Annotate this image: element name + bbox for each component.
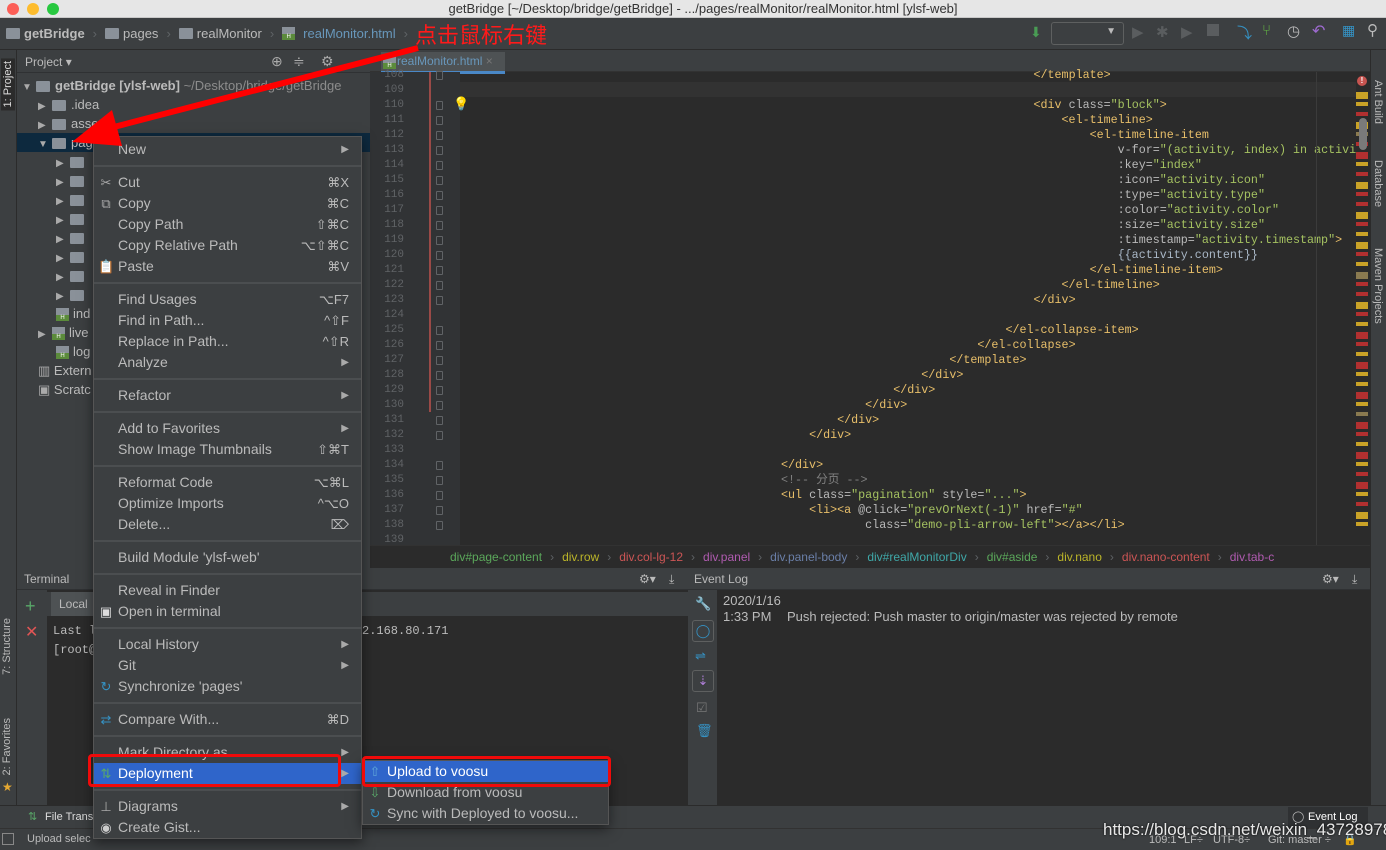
arrow-shaft [109, 45, 419, 131]
arrow-head [72, 110, 122, 146]
watermark: https://blog.csdn.net/weixin_43728978 [1103, 820, 1386, 839]
annotation-arrow [72, 45, 419, 146]
annotation-text: 点击鼠标右键 [415, 23, 548, 48]
